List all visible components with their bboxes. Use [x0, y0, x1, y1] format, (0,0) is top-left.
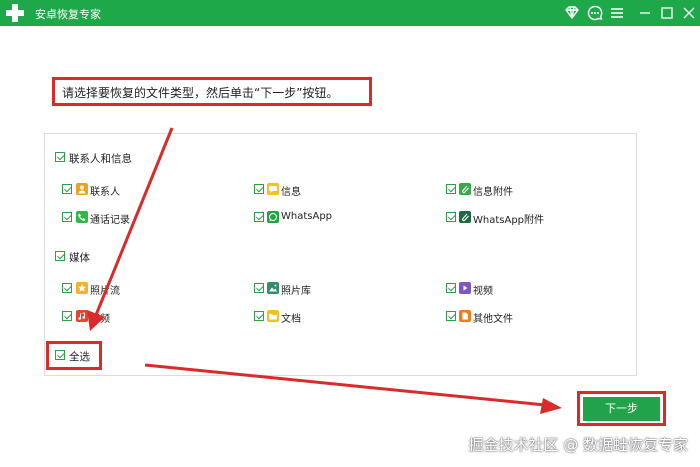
photo-library-label: 照片库: [281, 286, 311, 297]
instruction-text: 请选择要恢复的文件类型，然后单击“下一步”按钮。: [62, 86, 339, 100]
whatsapp-checkbox[interactable]: [254, 212, 264, 222]
photo-stream-icon: [76, 282, 88, 294]
app-logo-icon: [5, 3, 25, 23]
message-attachment-icon: [459, 183, 471, 195]
call-log-icon: [76, 211, 88, 223]
maximize-icon[interactable]: [658, 4, 676, 22]
other-files-icon: [459, 310, 471, 322]
video-icon: [459, 282, 471, 294]
documents-checkbox[interactable]: [254, 311, 264, 321]
contacts-label: 联系人: [90, 187, 120, 198]
group-contacts-label: 联系人和信息: [69, 153, 132, 165]
watermark: 掘金技术社区 @ 数据蛙恢复专家: [468, 436, 688, 454]
diamond-icon[interactable]: [563, 4, 581, 22]
messages-label: 信息: [281, 187, 301, 198]
video-label: 视频: [473, 286, 493, 297]
file-type-panel: [44, 133, 637, 376]
whatsapp-attachments-label: WhatsApp附件: [473, 215, 545, 226]
contacts-checkbox[interactable]: [62, 184, 72, 194]
messages-checkbox[interactable]: [254, 184, 264, 194]
documents-icon: [267, 310, 279, 322]
group-media-checkbox[interactable]: [55, 251, 65, 261]
app-title: 安卓恢复专家: [35, 8, 101, 21]
message-attachments-checkbox[interactable]: [446, 184, 456, 194]
documents-label: 文档: [281, 314, 301, 325]
group-contacts-checkbox[interactable]: [55, 152, 65, 162]
video-checkbox[interactable]: [446, 283, 456, 293]
arrow-to-next-button-head: [540, 398, 562, 414]
whatsapp-attachments-checkbox[interactable]: [446, 212, 456, 222]
contacts-icon: [76, 183, 88, 195]
group-media-label: 媒体: [69, 252, 90, 264]
message-attachments-label: 信息附件: [473, 187, 513, 198]
photo-stream-label: 照片流: [90, 286, 120, 297]
photo-library-icon: [267, 282, 279, 294]
select-all-label: 全选: [69, 351, 90, 363]
next-button[interactable]: 下一步: [583, 397, 660, 421]
minimize-icon[interactable]: [636, 4, 654, 22]
other-files-label: 其他文件: [473, 314, 513, 325]
close-icon[interactable]: [680, 4, 698, 22]
menu-icon[interactable]: [608, 4, 626, 22]
call-log-checkbox[interactable]: [62, 212, 72, 222]
other-files-checkbox[interactable]: [446, 311, 456, 321]
feedback-icon[interactable]: [586, 4, 604, 22]
audio-checkbox[interactable]: [62, 311, 72, 321]
call-log-label: 通话记录: [90, 215, 130, 226]
photo-library-checkbox[interactable]: [254, 283, 264, 293]
select-all-checkbox[interactable]: [55, 350, 65, 360]
photo-stream-checkbox[interactable]: [62, 283, 72, 293]
title-bar: 安卓恢复专家: [0, 0, 700, 26]
audio-label: 音频: [90, 314, 110, 325]
audio-icon: [76, 310, 88, 322]
messages-icon: [267, 183, 279, 195]
whatsapp-icon: [267, 211, 279, 223]
whatsapp-label: WhatsApp: [281, 211, 333, 222]
whatsapp-attachment-icon: [459, 211, 471, 223]
